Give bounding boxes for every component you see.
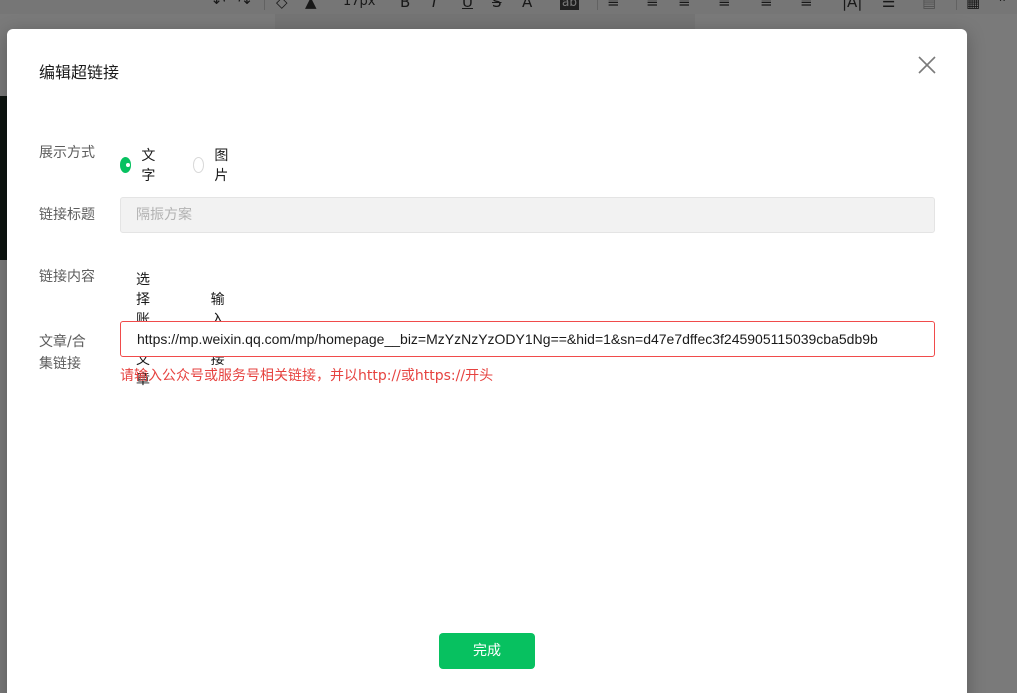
radio-label: 文字 [141, 148, 156, 184]
article-link-label-line1: 文章/合 [39, 334, 86, 350]
radio-unchecked-icon [193, 157, 205, 173]
link-title-input[interactable]: 隔振方案 [120, 197, 935, 233]
display-mode-label: 展示方式 [39, 145, 95, 161]
close-button[interactable] [915, 53, 939, 77]
edit-hyperlink-dialog: 编辑超链接 展示方式 文字 图片 链接标题 隔振方案 链接内容 选择账 文章 输… [7, 29, 967, 693]
article-link-label-line2: 集链接 [39, 356, 81, 372]
done-button[interactable]: 完成 [439, 633, 535, 669]
radio-checked-icon [120, 157, 132, 173]
article-link-error-message: 请输入公众号或服务号相关链接，并以http://或https://开头 [120, 368, 494, 384]
dialog-title: 编辑超链接 [39, 63, 120, 82]
link-content-label: 链接内容 [39, 269, 95, 285]
display-mode-text-radio[interactable]: 文字 [120, 145, 160, 185]
display-mode-radio-group: 文字 图片 [120, 145, 266, 185]
display-mode-image-radio[interactable]: 图片 [193, 145, 233, 185]
close-icon [918, 56, 936, 74]
radio-label: 图片 [214, 148, 229, 184]
article-link-input[interactable]: https://mp.weixin.qq.com/mp/homepage__bi… [120, 321, 935, 357]
link-title-label: 链接标题 [39, 207, 95, 223]
